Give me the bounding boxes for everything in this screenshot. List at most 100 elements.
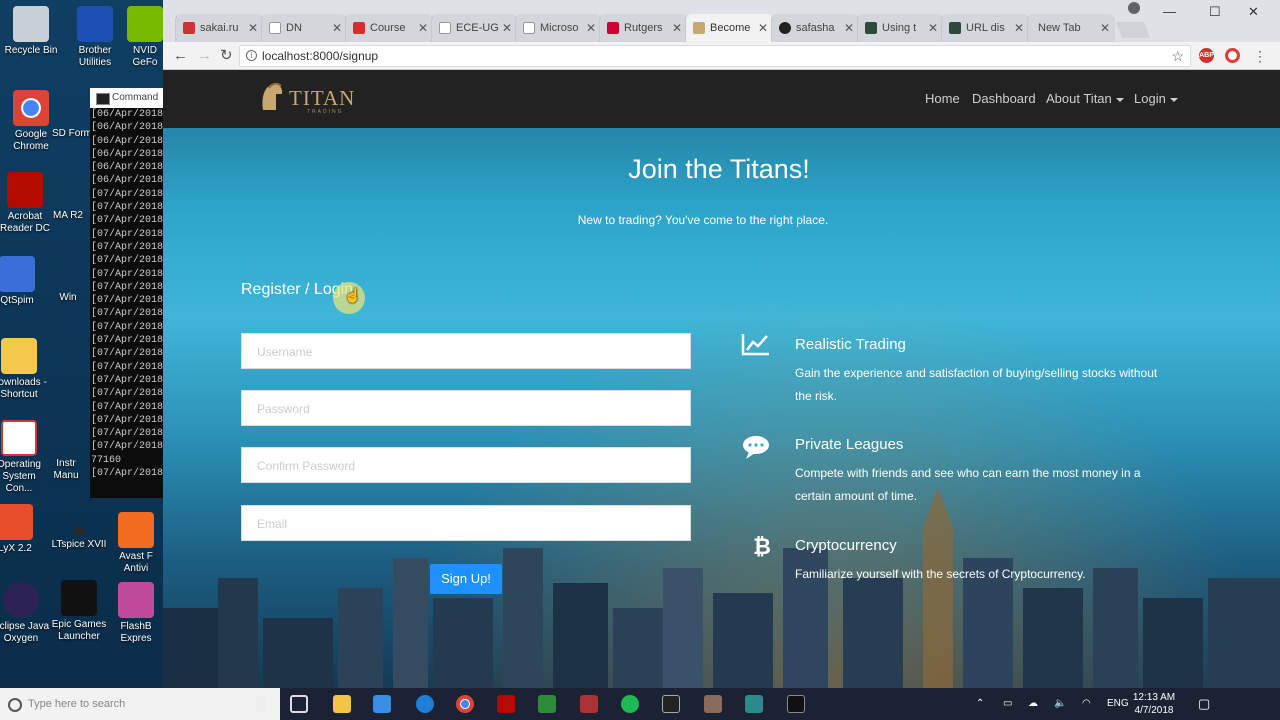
command-output-line: [07/Apr/2018 bbox=[91, 361, 164, 373]
avast-icon[interactable]: Avast F Antivi bbox=[116, 512, 156, 575]
lyx-desktop-icon[interactable]: LyX 2.2 bbox=[0, 504, 46, 555]
feature-title: Cryptocurrency bbox=[795, 537, 897, 554]
close-icon[interactable]: ✕ bbox=[928, 14, 938, 42]
recycle-bin-icon[interactable]: Recycle Bin bbox=[0, 6, 62, 57]
epic-games-taskbar-icon[interactable] bbox=[787, 695, 805, 713]
close-icon[interactable]: ✕ bbox=[1100, 14, 1110, 42]
task-view-icon[interactable] bbox=[290, 695, 308, 713]
bookmark-star-icon[interactable]: ☆ bbox=[1171, 46, 1184, 66]
chrome-desktop-icon[interactable]: Google Chrome bbox=[0, 90, 62, 153]
tab-url-dis[interactable]: URL dis ✕ bbox=[941, 14, 1029, 42]
site-favicon-icon bbox=[865, 22, 877, 34]
tab-new-tab[interactable]: New Tab ✕ bbox=[1027, 14, 1115, 42]
microphone-icon[interactable] bbox=[256, 695, 266, 713]
titan-logo[interactable]: TITAN TRADING bbox=[259, 82, 354, 116]
onedrive-icon[interactable]: ☁ bbox=[1028, 688, 1038, 720]
command-output-line: [07/Apr/2018 bbox=[91, 401, 164, 413]
close-icon[interactable]: ✕ bbox=[248, 14, 258, 42]
opera-icon[interactable] bbox=[1225, 48, 1240, 63]
qtspim-desktop-icon[interactable]: QtSpim bbox=[0, 256, 48, 307]
taskbar-search[interactable]: Type here to search bbox=[0, 688, 280, 720]
back-icon[interactable]: ← bbox=[173, 46, 188, 66]
maximize-icon[interactable]: ☐ bbox=[1209, 4, 1221, 20]
nav-home-link[interactable]: Home bbox=[925, 91, 960, 106]
notifications-icon[interactable]: ▢ bbox=[1198, 688, 1210, 720]
page-subtitle: New to trading? You've come to the right… bbox=[577, 213, 829, 227]
spotify-icon[interactable] bbox=[621, 695, 639, 713]
nav-about-dropdown[interactable]: About Titan bbox=[1046, 91, 1124, 106]
acrobat-taskbar-icon[interactable] bbox=[497, 695, 515, 713]
profile-icon[interactable] bbox=[1128, 2, 1140, 14]
document-favicon-icon bbox=[269, 22, 281, 34]
nvidia-geforce-icon[interactable]: NVID GeFo bbox=[124, 6, 166, 69]
instr-manu-icon[interactable]: Instr Manu bbox=[48, 458, 84, 482]
menu-icon[interactable]: ⋮ bbox=[1253, 46, 1267, 66]
password-field[interactable]: Password bbox=[241, 390, 691, 426]
app-icon[interactable] bbox=[704, 695, 722, 713]
tab-ece-ug[interactable]: ECE-UG ✕ bbox=[431, 14, 517, 42]
command-output: [06/Apr/2018 [06/Apr/2018 [06/Apr/2018 [06/… bbox=[90, 108, 170, 480]
command-title: Command bbox=[90, 88, 170, 108]
close-icon[interactable]: ✕ bbox=[672, 14, 682, 42]
minimize-icon[interactable]: — bbox=[1163, 4, 1176, 19]
sd-form-icon[interactable]: SD Form bbox=[52, 128, 92, 140]
downloads-shortcut-icon[interactable]: Downloads - Shortcut bbox=[0, 338, 50, 401]
tab-rutgers[interactable]: Rutgers ✕ bbox=[599, 14, 687, 42]
tab-using[interactable]: Using t ✕ bbox=[857, 14, 943, 42]
feature-title: Private Leagues bbox=[795, 436, 904, 453]
github-favicon-icon bbox=[779, 22, 791, 34]
address-bar[interactable]: i localhost:8000/signup ☆ bbox=[239, 45, 1191, 67]
command-output-line: [07/Apr/2018 bbox=[91, 295, 164, 307]
tab-dn[interactable]: DN ✕ bbox=[261, 14, 347, 42]
network-app-icon[interactable] bbox=[373, 695, 391, 713]
email-field[interactable]: Email bbox=[241, 505, 691, 541]
postgres-icon[interactable] bbox=[745, 695, 763, 713]
close-icon[interactable]: ✕ bbox=[332, 14, 342, 42]
acrobat-desktop-icon[interactable]: Acrobat Reader DC bbox=[0, 172, 56, 235]
close-icon[interactable]: ✕ bbox=[586, 14, 596, 42]
win-icon[interactable]: Win bbox=[48, 292, 88, 304]
reload-icon[interactable]: ↻ bbox=[220, 46, 233, 66]
battery-icon[interactable]: ▭ bbox=[1003, 688, 1012, 720]
chrome-taskbar-icon[interactable] bbox=[456, 695, 474, 713]
flashboot-icon[interactable]: FlashB Expres bbox=[116, 582, 156, 645]
volume-icon[interactable]: 🔈 bbox=[1054, 688, 1066, 720]
tab-sakai[interactable]: sakai.ru ✕ bbox=[175, 14, 263, 42]
confirm-password-field[interactable]: Confirm Password bbox=[241, 447, 691, 483]
wifi-icon[interactable]: ◠ bbox=[1082, 688, 1091, 720]
brother-utilities-icon[interactable]: Brother Utilities bbox=[64, 6, 126, 69]
tab-safasha[interactable]: safasha ✕ bbox=[771, 14, 859, 42]
ma-r2-icon[interactable]: MA R2 bbox=[50, 210, 86, 222]
close-icon[interactable]: ✕ bbox=[758, 14, 768, 42]
nav-dashboard-link[interactable]: Dashboard bbox=[972, 91, 1036, 106]
tab-course[interactable]: Course ✕ bbox=[345, 14, 433, 42]
command-prompt-taskbar-icon[interactable] bbox=[662, 695, 680, 713]
pdf-desktop-icon[interactable]: Operating System Con... bbox=[0, 420, 50, 495]
new-tab-button[interactable] bbox=[1116, 22, 1150, 38]
tab-become[interactable]: Become ✕ bbox=[685, 14, 773, 42]
close-icon[interactable]: ✕ bbox=[1014, 14, 1024, 42]
signup-button[interactable]: Sign Up! bbox=[430, 564, 502, 594]
language-indicator[interactable]: ENG bbox=[1107, 688, 1129, 720]
forward-icon[interactable]: → bbox=[197, 46, 212, 66]
bitcoin-icon: ₿ bbox=[753, 534, 771, 559]
ltspice-icon[interactable]: LTspice XVII bbox=[48, 526, 110, 551]
close-icon[interactable]: ✕ bbox=[502, 14, 512, 42]
close-icon[interactable]: ✕ bbox=[418, 14, 428, 42]
tab-microsoft[interactable]: Microso ✕ bbox=[515, 14, 601, 42]
edge-icon[interactable] bbox=[416, 695, 434, 713]
eclipse-desktop-icon[interactable]: Eclipse Java Oxygen bbox=[0, 582, 52, 645]
epic-games-icon[interactable]: Epic Games Launcher bbox=[48, 580, 110, 643]
command-prompt-window[interactable]: Command [06/Apr/2018 [06/Apr/2018 [06/Apr/… bbox=[90, 88, 170, 498]
chevron-up-icon[interactable]: ⌃ bbox=[976, 688, 984, 720]
username-field[interactable]: Username bbox=[241, 333, 691, 369]
system-clock[interactable]: 12:13 AM 4/7/2018 bbox=[1128, 691, 1180, 717]
file-explorer-icon[interactable] bbox=[333, 695, 351, 713]
nav-login-dropdown[interactable]: Login bbox=[1134, 91, 1178, 106]
spreadsheet-icon[interactable] bbox=[538, 695, 556, 713]
close-icon[interactable]: ✕ bbox=[844, 14, 854, 42]
close-window-icon[interactable]: ✕ bbox=[1248, 4, 1259, 20]
adblock-icon[interactable]: ABP bbox=[1199, 48, 1214, 63]
app-icon[interactable] bbox=[580, 695, 598, 713]
info-icon[interactable]: i bbox=[246, 50, 257, 61]
